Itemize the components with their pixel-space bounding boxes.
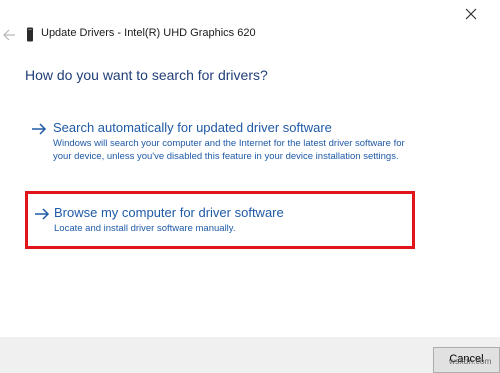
update-drivers-window: Update Drivers - Intel(R) UHD Graphics 6… — [0, 0, 500, 373]
title-bar: Update Drivers - Intel(R) UHD Graphics 6… — [0, 26, 480, 46]
page-heading: How do you want to search for drivers? — [25, 67, 268, 83]
arrow-right-icon — [32, 123, 47, 135]
dialog-footer: Cancel — [0, 337, 500, 373]
option-description: Locate and install driver software manua… — [54, 223, 236, 234]
display-adapter-icon — [27, 27, 33, 42]
close-icon[interactable] — [464, 7, 478, 21]
option-description: Windows will search your computer and th… — [53, 138, 405, 162]
back-arrow-icon[interactable] — [2, 28, 16, 42]
window-title: Update Drivers - Intel(R) UHD Graphics 6… — [41, 27, 256, 39]
browse-my-computer-option[interactable]: Browse my computer for driver software L… — [25, 191, 415, 249]
option-title: Browse my computer for driver software — [54, 205, 284, 220]
arrow-right-icon — [35, 208, 50, 220]
watermark: wsxdn.com — [449, 356, 492, 366]
search-automatically-option[interactable]: Search automatically for updated driver … — [26, 120, 416, 180]
option-title: Search automatically for updated driver … — [53, 120, 332, 135]
